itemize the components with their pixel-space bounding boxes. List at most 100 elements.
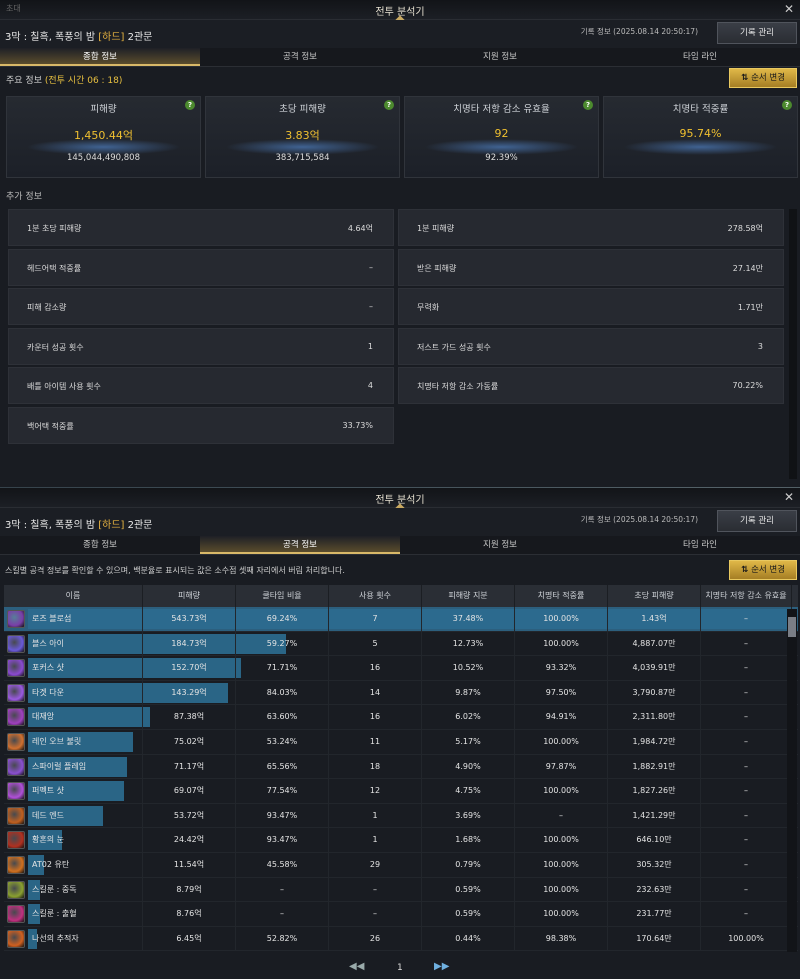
cell-sh: 0.79%	[422, 852, 515, 877]
tab-timeline[interactable]: 타임 라인	[600, 536, 800, 554]
help-icon[interactable]: ?	[185, 100, 195, 110]
record-manage-button[interactable]: 기록 관리	[717, 22, 797, 44]
cell-u: –	[329, 902, 422, 926]
col-crit-resist[interactable]: 치명타 저항 감소 유효율	[701, 585, 792, 607]
cell-cv: –	[701, 705, 792, 729]
table-row[interactable]: 로즈 블로섬 543.73억 69.24% 7 37.48% 100.00% 1.43억 –	[4, 607, 798, 632]
col-damage[interactable]: 피해량	[143, 585, 236, 607]
cell-u: –	[329, 877, 422, 902]
combat-time: (전투 시간 06 : 18)	[44, 76, 123, 86]
tab-bar: 종합 정보 공격 정보 지원 정보 타임 라인	[0, 48, 800, 67]
stat-value: 1	[367, 341, 373, 351]
close-icon[interactable]: ✕	[782, 2, 796, 16]
skill-icon	[7, 880, 25, 899]
skill-name: 대재앙	[32, 712, 55, 722]
title-bar[interactable]: 초대 전투 분석기 ✕	[0, 0, 800, 21]
help-icon[interactable]: ?	[583, 100, 593, 110]
cell-d: 69.07억	[143, 779, 236, 803]
skill-name-cell: 레인 오브 불릿	[4, 729, 143, 754]
title-bar[interactable]: 전투 분석기 ✕	[0, 488, 800, 509]
tab-attack[interactable]: 공격 정보	[200, 48, 400, 66]
table-row[interactable]: 스파이럴 플레임 71.17억 65.56% 18 4.90% 97.87% 1,882.9…	[4, 754, 798, 780]
stat-label: 1분 초당 피해량	[27, 224, 82, 233]
cell-dps: 231.77만	[608, 902, 701, 926]
cell-cd: 93.47%	[236, 828, 329, 852]
stat-value: 4.64억	[347, 224, 373, 233]
tab-overview[interactable]: 종합 정보	[0, 48, 200, 66]
skill-name: 스킬룬 : 출혈	[32, 909, 77, 919]
skill-name: 나선의 추적자	[32, 933, 79, 943]
skill-icon	[7, 929, 25, 948]
skill-name-cell: 황혼의 눈	[4, 828, 143, 852]
skill-name-cell: 타겟 다운	[4, 680, 143, 705]
table-row[interactable]: AT02 유탄 11.54억 45.58% 29 0.79% 100.00% 305.32만…	[4, 852, 798, 878]
record-info: 기록 정보 (2025.08.14 20:50:17)	[580, 515, 698, 524]
skill-name: 포커스 샷	[32, 663, 64, 673]
cell-dps: 646.10만	[608, 828, 701, 852]
table-row[interactable]: 스킬룬 : 중독 8.79억 – –0.59% 100.00% 232.63만 –	[4, 877, 798, 903]
skill-name-cell: 스킬룬 : 출혈	[4, 902, 143, 926]
record-manage-button[interactable]: 기록 관리	[717, 510, 797, 532]
skill-name: 스파이럴 플레임	[32, 761, 87, 771]
extra-stat: 1분 피해량 278.58억	[398, 209, 784, 246]
stat-value: 70.22%	[732, 381, 763, 390]
col-name[interactable]: 이름	[4, 585, 143, 607]
table-row[interactable]: 블스 아이 184.73억 59.27% 5 12.73% 100.00% 4,887.07…	[4, 631, 798, 657]
cell-cd: 65.56%	[236, 754, 329, 779]
cell-cv: 100.00%	[701, 926, 792, 951]
close-icon[interactable]: ✕	[782, 490, 796, 504]
cell-d: 87.38억	[143, 705, 236, 729]
sort-change-button[interactable]: ⇅ 순서 변경	[729, 560, 797, 580]
col-cooldown[interactable]: 쿨타임 비율	[236, 585, 329, 607]
prev-page-icon[interactable]: ◀◀	[349, 961, 364, 972]
tab-timeline[interactable]: 타임 라인	[600, 48, 800, 66]
col-dps[interactable]: 초당 피해량	[608, 585, 701, 607]
table-row[interactable]: 데드 엔드 53.72억 93.47% 1 3.69% –1,421.29만 –	[4, 803, 798, 829]
skill-name: 타겟 다운	[32, 687, 64, 697]
sort-change-button[interactable]: ⇅ 순서 변경	[729, 68, 797, 88]
cell-u: 11	[329, 729, 422, 754]
table-row[interactable]: 퍼펙트 샷 69.07억 77.54% 12 4.75% 100.00% 1,827.26만…	[4, 779, 798, 804]
table-row[interactable]: 대재앙 87.38억 63.60% 16 6.02% 94.91% 2,311.80만 –	[4, 705, 798, 730]
col-share[interactable]: 피해량 지분	[422, 585, 515, 607]
help-icon[interactable]: ?	[384, 100, 394, 110]
tab-bar: 종합 정보 공격 정보 지원 정보 타임 라인	[0, 536, 800, 555]
extra-scrollbar[interactable]	[789, 209, 797, 479]
cell-dps: 3,790.87만	[608, 680, 701, 705]
col-crit[interactable]: 치명타 적중률	[515, 585, 608, 607]
cell-dps: 1,984.72만	[608, 729, 701, 754]
table-header: 이름 피해량 쿨타임 비율 사용 횟수 피해량 지분 치명타 적중률 초당 피해…	[4, 585, 798, 607]
col-uses[interactable]: 사용 횟수	[329, 585, 422, 607]
table-row[interactable]: 나선의 추적자 6.45억 52.82% 26 0.44% 98.38% 170.64만 10…	[4, 926, 798, 952]
cell-d: 143.29억	[143, 680, 236, 705]
skill-icon	[7, 683, 25, 702]
extra-stat: 피해 감소량 –	[8, 288, 394, 325]
stat-value: 1.71만	[737, 303, 763, 312]
cell-d: 543.73억	[143, 607, 236, 631]
tab-attack[interactable]: 공격 정보	[200, 536, 400, 554]
skill-icon	[7, 806, 25, 825]
scroll-thumb[interactable]	[788, 617, 796, 637]
table-row[interactable]: 타겟 다운 143.29억 84.03% 14 9.87% 97.50% 3,790.87만…	[4, 680, 798, 706]
cell-u: 16	[329, 656, 422, 680]
cell-sh: 0.44%	[422, 926, 515, 951]
cell-d: 6.45억	[143, 926, 236, 951]
table-scrollbar[interactable]	[787, 609, 797, 952]
skill-icon	[7, 905, 25, 924]
skill-name-cell: 나선의 추적자	[4, 926, 143, 951]
help-icon[interactable]: ?	[782, 100, 792, 110]
tab-overview[interactable]: 종합 정보	[0, 536, 200, 554]
table-row[interactable]: 포커스 샷 152.70억 71.71% 16 10.52% 93.32% 4,039.91…	[4, 656, 798, 681]
stat-value: 4	[367, 381, 373, 390]
skill-name-cell: 스킬룬 : 중독	[4, 877, 143, 902]
cell-sh: 9.87%	[422, 680, 515, 705]
stage-title: 3막 : 칠흑, 폭풍의 밤 [하드] 2관문	[5, 32, 153, 43]
table-row[interactable]: 레인 오브 불릿 75.02억 53.24% 11 5.17% 100.00% 1,984.…	[4, 729, 798, 755]
card-crit-rate: 치명타 적중률? 95.74%	[603, 96, 798, 178]
tab-support[interactable]: 지원 정보	[400, 536, 600, 554]
next-page-icon[interactable]: ▶▶	[434, 961, 449, 972]
table-row[interactable]: 황혼의 눈 24.42억 93.47% 1 1.68% 100.00% 646.10만 –	[4, 828, 798, 853]
tab-support[interactable]: 지원 정보	[400, 48, 600, 66]
cell-u: 18	[329, 754, 422, 779]
table-row[interactable]: 스킬룬 : 출혈 8.76억 – –0.59% 100.00% 231.77만 –	[4, 902, 798, 927]
